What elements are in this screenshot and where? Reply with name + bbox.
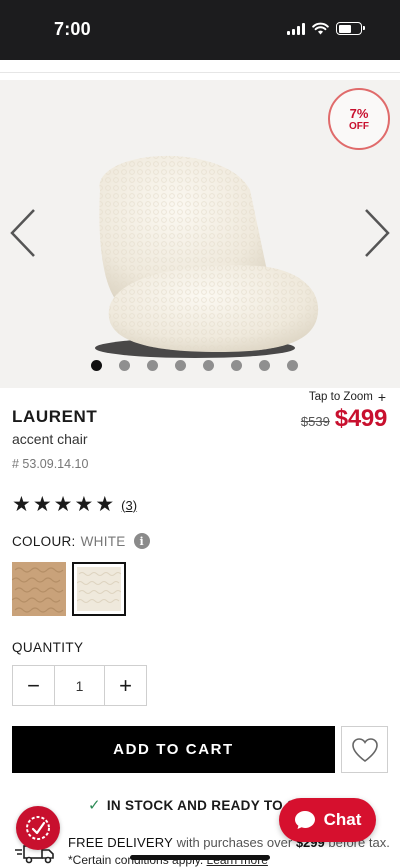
heart-icon bbox=[351, 737, 378, 762]
battery-icon bbox=[336, 22, 365, 35]
gallery-dot[interactable] bbox=[203, 360, 214, 371]
check-icon: ✓ bbox=[88, 797, 101, 814]
star-icon: ★ bbox=[12, 493, 31, 516]
star-icon: ★ bbox=[95, 493, 115, 516]
colour-label: COLOUR: bbox=[12, 533, 76, 549]
gallery-dot[interactable] bbox=[287, 360, 298, 371]
star-icon: ★ bbox=[32, 493, 52, 516]
status-bar: 7:00 bbox=[0, 0, 400, 60]
product-sku: # 53.09.14.10 bbox=[12, 457, 89, 471]
product-name: LAURENT bbox=[12, 407, 98, 426]
gallery-dots bbox=[91, 360, 298, 371]
quantity-label: QUANTITY bbox=[12, 640, 84, 655]
home-indicator bbox=[130, 855, 270, 860]
free-delivery-label: FREE DELIVERY bbox=[68, 835, 173, 850]
swatch-white-image bbox=[76, 567, 122, 611]
gallery-dot[interactable] bbox=[259, 360, 270, 371]
price: $539 $499 bbox=[301, 405, 387, 433]
delivery-with: with purchases over bbox=[176, 835, 293, 850]
promo-badge-button[interactable] bbox=[16, 806, 60, 850]
status-icons bbox=[287, 22, 365, 35]
signal-icon bbox=[287, 22, 305, 35]
star-icon: ★ bbox=[53, 493, 73, 516]
tap-to-zoom-link[interactable]: Tap to Zoom + bbox=[308, 389, 386, 405]
colour-value: WHITE bbox=[80, 533, 126, 549]
old-price: $539 bbox=[300, 414, 330, 429]
percent-tag-icon bbox=[26, 816, 50, 840]
swatch-tan-image bbox=[12, 562, 66, 616]
swatch-white[interactable] bbox=[72, 562, 126, 616]
wishlist-button[interactable] bbox=[341, 726, 388, 773]
gallery-dot[interactable] bbox=[175, 360, 186, 371]
wifi-icon bbox=[312, 22, 329, 35]
chevron-left-icon[interactable] bbox=[8, 206, 38, 260]
discount-badge: 7% OFF bbox=[328, 88, 390, 150]
star-icon: ★ bbox=[74, 493, 94, 516]
tap-to-zoom-label: Tap to Zoom bbox=[308, 391, 373, 403]
product-gallery[interactable]: 7% OFF bbox=[0, 80, 400, 388]
colour-row: COLOUR: WHITE i bbox=[12, 533, 150, 549]
discount-percent: 7% bbox=[349, 105, 369, 121]
zoom-plus-icon: + bbox=[377, 389, 386, 405]
rating[interactable]: ★ ★ ★ ★ ★ (3) bbox=[12, 494, 137, 516]
gallery-dot[interactable] bbox=[91, 360, 102, 371]
chat-bubble-icon bbox=[294, 811, 315, 829]
stock-status: ✓ IN STOCK AND READY TO S bbox=[88, 796, 296, 814]
chevron-right-icon[interactable] bbox=[362, 206, 392, 260]
rating-stars: ★ ★ ★ ★ ★ bbox=[12, 494, 114, 516]
swatch-tan[interactable] bbox=[12, 562, 66, 616]
chat-label: Chat bbox=[323, 810, 362, 829]
review-count-link[interactable]: (3) bbox=[121, 498, 137, 513]
quantity-input[interactable]: 1 bbox=[54, 666, 105, 705]
gallery-dot[interactable] bbox=[147, 360, 158, 371]
quantity-minus-button[interactable]: − bbox=[13, 666, 54, 705]
info-icon[interactable]: i bbox=[133, 533, 150, 549]
header-divider bbox=[0, 72, 400, 73]
gallery-dot[interactable] bbox=[119, 360, 130, 371]
gallery-dot[interactable] bbox=[231, 360, 242, 371]
discount-off: OFF bbox=[349, 120, 369, 132]
status-time: 7:00 bbox=[54, 19, 91, 39]
stock-text: IN STOCK AND READY TO S bbox=[106, 797, 297, 813]
add-to-cart-button[interactable]: ADD TO CART bbox=[12, 726, 335, 773]
chat-button[interactable]: Chat bbox=[279, 798, 376, 842]
sale-price: $499 bbox=[334, 405, 388, 432]
quantity-stepper: − 1 + bbox=[12, 665, 147, 706]
quantity-plus-button[interactable]: + bbox=[105, 666, 146, 705]
product-type: accent chair bbox=[12, 431, 88, 447]
